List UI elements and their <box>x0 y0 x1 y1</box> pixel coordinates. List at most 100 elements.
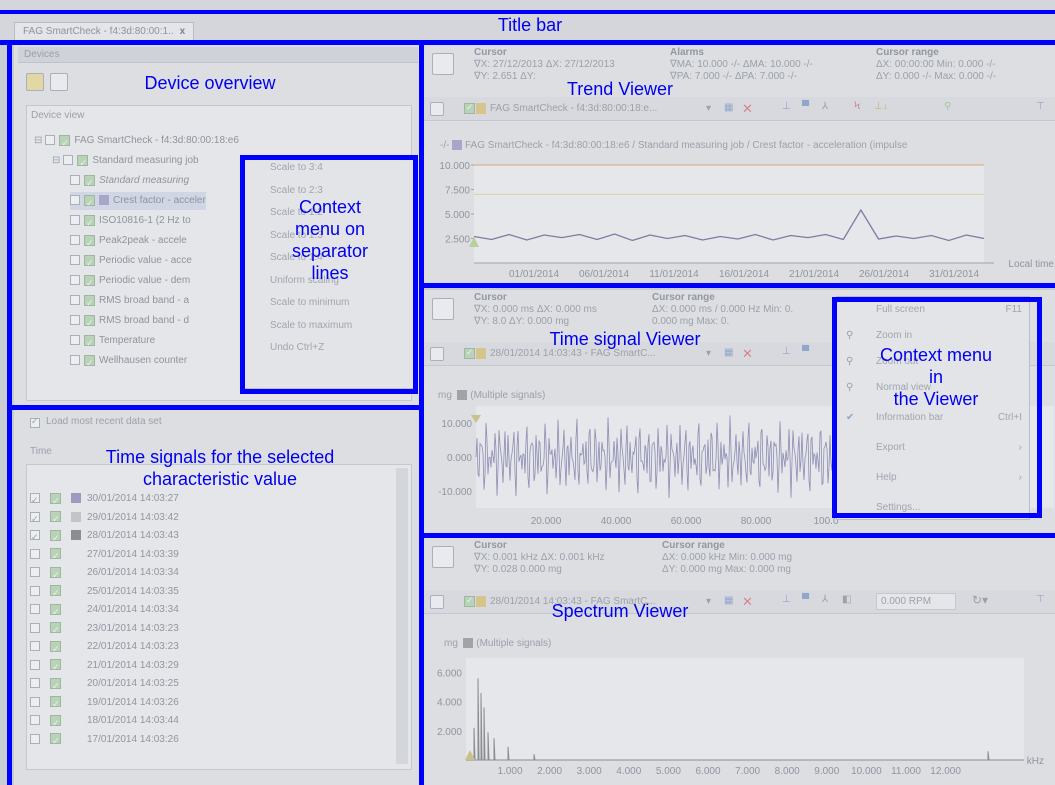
marker-icon[interactable]: ⊥↓ <box>874 101 888 112</box>
maximize-icon[interactable] <box>430 347 444 361</box>
list-item[interactable]: 19/01/2014 14:03:26 <box>30 694 179 713</box>
cursor-icon[interactable]: ⊥ <box>782 101 791 112</box>
sp-toolbar: 28/01/2014 14:03:43 - FAG SmartC... ▾ ▦ … <box>424 590 1055 614</box>
tree-checkbox[interactable] <box>70 315 80 326</box>
row-checkbox[interactable] <box>30 641 40 652</box>
list-item[interactable]: 21/01/2014 14:03:29 <box>30 657 179 676</box>
refresh-icon[interactable]: ↻▾ <box>972 593 988 607</box>
tree-checkbox[interactable] <box>70 335 80 346</box>
tree-item[interactable]: Periodic value - acce <box>70 252 192 272</box>
row-enabled-icon <box>50 603 61 621</box>
row-checkbox[interactable] <box>30 585 40 596</box>
row-checkbox[interactable] <box>30 491 40 509</box>
cursor-icon[interactable]: ⊥ <box>782 594 791 605</box>
tree-item[interactable]: Peak2peak - accele <box>70 232 187 252</box>
list-item[interactable]: 23/01/2014 14:03:23 <box>30 620 179 639</box>
chart-icon[interactable]: ▦ <box>724 102 733 113</box>
expand-icon[interactable]: ⊟ <box>52 155 60 166</box>
tree-item[interactable]: Crest factor - acceler <box>70 192 206 212</box>
expand-icon[interactable]: ⊟ <box>34 135 42 146</box>
tree-item[interactable]: Temperature <box>70 332 155 352</box>
device-view-label: Device view <box>31 110 85 121</box>
zoom-icon[interactable]: ⚲ <box>944 101 951 112</box>
row-checkbox[interactable] <box>30 678 40 689</box>
row-checkbox[interactable] <box>30 604 40 615</box>
tree-item[interactable]: ISO10816-1 (2 Hz to <box>70 212 191 232</box>
tree-checkbox[interactable] <box>70 175 80 186</box>
list-item[interactable]: 25/01/2014 14:03:35 <box>30 583 179 602</box>
maximize-icon[interactable] <box>430 102 444 116</box>
measure-icon[interactable]: ⅄ <box>822 594 828 605</box>
tree-item[interactable]: Wellhausen counter <box>70 352 187 372</box>
folder-icon[interactable] <box>26 73 44 91</box>
measure-icon[interactable]: ⅄ <box>822 101 828 112</box>
tree-checkbox[interactable] <box>63 155 74 166</box>
flag-icon[interactable]: ▀ <box>802 346 809 357</box>
list-item[interactable]: 28/01/2014 14:03:43 <box>30 527 179 547</box>
chart-icon[interactable]: ▦ <box>724 595 733 606</box>
window-tab[interactable]: FAG SmartCheck - f4:3d:80:00:1.. x <box>14 22 195 42</box>
row-checkbox[interactable] <box>30 622 40 633</box>
close-icon[interactable]: x <box>180 26 186 37</box>
list-item[interactable]: 20/01/2014 14:03:25 <box>30 675 179 695</box>
harmonic-icon[interactable]: ◧ <box>842 594 851 605</box>
list-item[interactable]: 18/01/2014 14:03:44 <box>30 712 179 732</box>
trend-toolbar: FAG SmartCheck - f4:3d:80:00:18:e... ▾ ▦… <box>424 97 1055 121</box>
list-scrollbar[interactable] <box>396 468 408 764</box>
tree-item[interactable]: ⊟ Standard measuring job <box>52 152 199 172</box>
tree-checkbox[interactable] <box>70 235 80 246</box>
list-item[interactable]: 22/01/2014 14:03:23 <box>30 638 179 658</box>
list-item[interactable]: 26/01/2014 14:03:34 <box>30 564 179 584</box>
pin-icon[interactable]: ⊤ <box>1036 594 1045 605</box>
list-item[interactable]: 29/01/2014 14:03:42 <box>30 509 179 528</box>
tree-enabled-icon <box>84 174 95 192</box>
combo-arrow-icon[interactable]: ▾ <box>706 103 711 114</box>
pin-icon[interactable]: ⊤ <box>1036 101 1045 112</box>
rpm-field[interactable]: 0.000 RPM <box>876 593 956 610</box>
delete-icon[interactable]: ✕ <box>742 594 753 610</box>
row-checkbox[interactable] <box>30 510 40 528</box>
list-item[interactable]: 27/01/2014 14:03:39 <box>30 546 179 565</box>
sp-visible-checkbox[interactable] <box>464 595 475 607</box>
tree-item[interactable]: Periodic value - dem <box>70 272 190 292</box>
cursor-icon[interactable]: ⊥ <box>782 346 791 357</box>
flag-icon[interactable]: ▀ <box>802 594 809 605</box>
tree-checkbox[interactable] <box>70 255 80 266</box>
tree-checkbox[interactable] <box>70 195 80 206</box>
tree-checkbox[interactable] <box>70 295 80 306</box>
trend-visible-checkbox[interactable] <box>464 102 475 114</box>
ts-visible-checkbox[interactable] <box>464 347 475 359</box>
tree-item[interactable]: RMS broad band - a <box>70 292 189 312</box>
tree-checkbox[interactable] <box>45 135 56 146</box>
tree-item[interactable]: RMS broad band - d <box>70 312 189 332</box>
x-tick-label: 10.000 <box>851 766 882 777</box>
row-checkbox[interactable] <box>30 733 40 744</box>
row-checkbox[interactable] <box>30 528 40 546</box>
flag-icon[interactable]: ▀ <box>802 101 809 112</box>
row-enabled-icon <box>50 621 61 639</box>
ts-legend: mg (Multiple signals) <box>438 390 545 401</box>
device-settings-icon[interactable] <box>50 73 68 91</box>
list-item[interactable]: 30/01/2014 14:03:27 <box>30 490 179 510</box>
tree-checkbox[interactable] <box>70 215 80 226</box>
row-checkbox[interactable] <box>30 696 40 707</box>
delete-icon[interactable]: ✕ <box>742 346 753 362</box>
row-checkbox[interactable] <box>30 548 40 559</box>
load-recent-checkbox[interactable] <box>30 416 40 429</box>
maximize-icon[interactable] <box>430 595 444 609</box>
row-checkbox[interactable] <box>30 567 40 578</box>
tree-item[interactable]: Standard measuring <box>70 172 189 192</box>
list-item[interactable]: 17/01/2014 14:03:26 <box>30 731 179 750</box>
filter-icon[interactable]: Ϟ <box>854 101 860 112</box>
tree-checkbox[interactable] <box>70 275 80 286</box>
row-checkbox[interactable] <box>30 659 40 670</box>
y-tick-label: 4.000 <box>437 698 462 709</box>
delete-icon[interactable]: ✕ <box>742 101 753 117</box>
devices-header: Devices <box>24 49 60 60</box>
tree-item[interactable]: ⊟ FAG SmartCheck - f4:3d:80:00:18:e6 <box>34 132 239 152</box>
list-item[interactable]: 24/01/2014 14:03:34 <box>30 601 179 621</box>
tree-checkbox[interactable] <box>70 355 80 366</box>
ts-unit: mg <box>438 390 452 401</box>
trend-device-combo[interactable]: FAG SmartCheck - f4:3d:80:00:18:e... <box>490 103 657 114</box>
row-checkbox[interactable] <box>30 715 40 726</box>
